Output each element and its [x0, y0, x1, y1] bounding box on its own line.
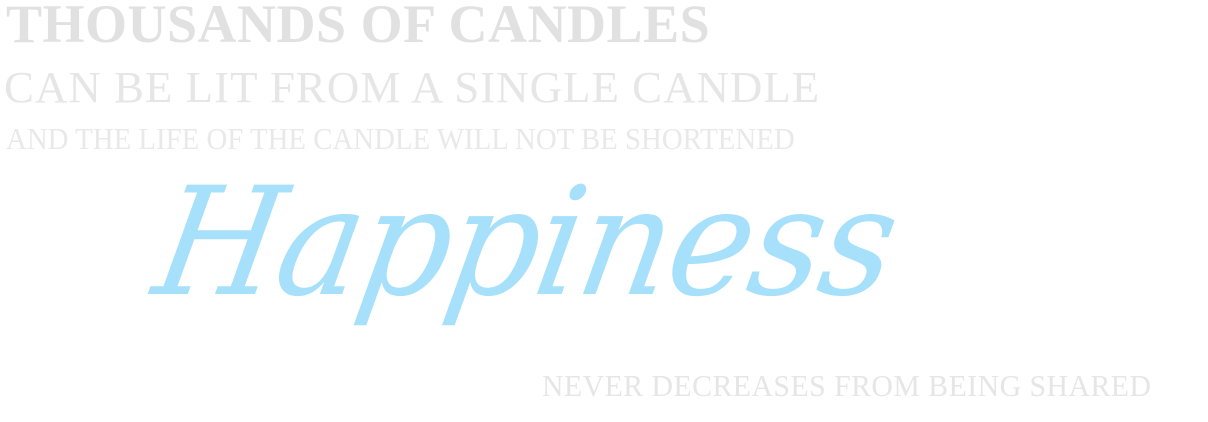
quote-line-never-decreases: NEVER DECREASES FROM BEING SHARED	[542, 368, 1152, 403]
quote-line-single-candle: CAN BE LIT FROM A SINGLE CANDLE	[4, 63, 821, 112]
quote-hero-word: Happiness	[143, 156, 909, 330]
quote-line-thousands-of-candles: THOUSANDS OF CANDLES	[6, 0, 711, 54]
quote-line-life-not-shortened: AND THE LIFE OF THE CANDLE WILL NOT BE S…	[6, 121, 795, 156]
quote-artwork: THOUSANDS OF CANDLES CAN BE LIT FROM A S…	[0, 0, 1208, 422]
